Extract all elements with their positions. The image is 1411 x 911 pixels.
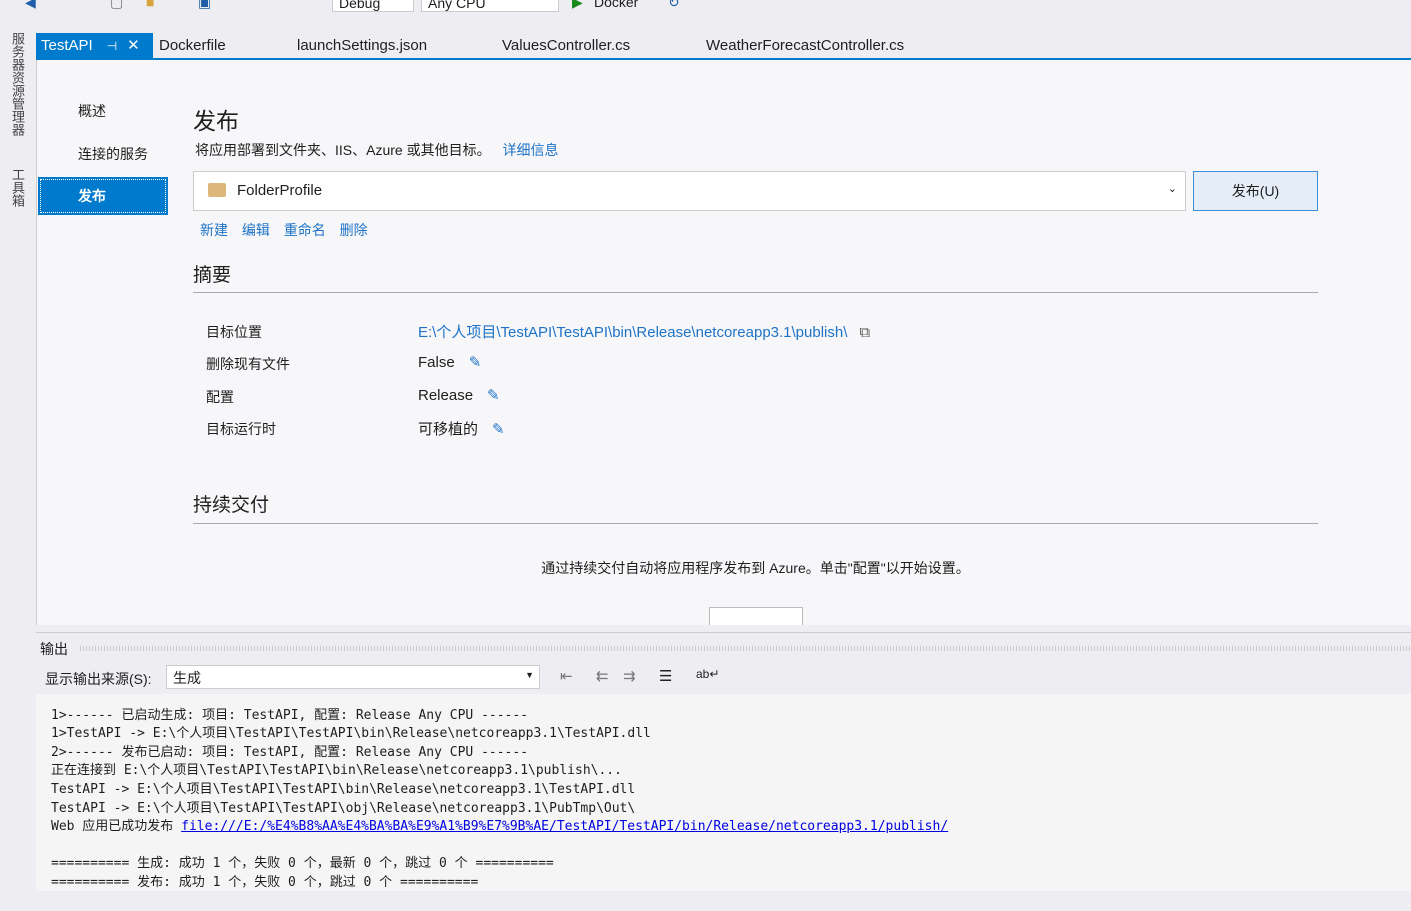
rename-profile-link[interactable]: 重命名 xyxy=(284,222,326,238)
tab-label: TestAPI xyxy=(41,37,93,54)
document-tabs: TestAPI ⊣ ✕ Dockerfile launchSettings.json… xyxy=(36,33,1411,60)
chevron-down-icon: ⌄ xyxy=(1167,183,1177,195)
output-source-label: 显示输出来源(S): xyxy=(45,671,152,687)
edit-pencil-icon[interactable]: ✎ xyxy=(469,354,482,371)
output-line: Web 应用已成功发布 xyxy=(51,819,182,835)
server-explorer-tab[interactable]: 服务器资源管理器 xyxy=(8,32,27,136)
nav-overview[interactable]: 概述 xyxy=(38,92,168,130)
output-line: ========== 生成: 成功 1 个，失败 0 个，最新 0 个，跳过 0… xyxy=(51,856,554,872)
summary-heading: 摘要 xyxy=(193,265,232,286)
tab-launchsettings[interactable]: launchSettings.json xyxy=(292,33,432,58)
tab-valuescontroller[interactable]: ValuesController.cs xyxy=(497,33,635,58)
close-icon[interactable]: ✕ xyxy=(127,37,140,54)
previous-message-icon[interactable]: ⇇ xyxy=(596,667,609,685)
page-title: 发布 xyxy=(193,108,239,134)
configuration-label: 配置 xyxy=(206,389,234,405)
open-folder-icon[interactable]: ■ xyxy=(146,0,154,12)
target-runtime-label: 目标运行时 xyxy=(206,421,276,437)
configure-button[interactable] xyxy=(709,607,803,625)
new-profile-link[interactable]: 新建 xyxy=(200,222,228,238)
left-tool-strip: 服务器资源管理器 工具箱 xyxy=(0,30,30,230)
edit-pencil-icon[interactable]: ✎ xyxy=(487,387,500,404)
back-icon[interactable]: ◀ xyxy=(25,0,36,12)
output-line: 1>TestAPI -> E:\个人项目\TestAPI\TestAPI\bin… xyxy=(51,726,651,742)
toolbox-tab[interactable]: 工具箱 xyxy=(8,168,27,207)
continuous-delivery-heading: 持续交付 xyxy=(193,495,270,516)
more-info-link[interactable]: 详细信息 xyxy=(502,142,558,158)
nav-connected-services[interactable]: 连接的服务 xyxy=(38,135,168,173)
divider xyxy=(193,292,1318,293)
publish-folder-link[interactable]: file:///E:/%E4%B8%AA%E4%BA%BA%E9%A1%B9%E… xyxy=(181,819,948,834)
target-runtime-value: 可移植的 xyxy=(418,421,479,438)
output-line: 1>------ 已启动生成: 项目: TestAPI, 配置: Release… xyxy=(51,707,529,723)
word-wrap-icon[interactable]: ab↵ xyxy=(696,667,719,681)
delete-existing-value: False xyxy=(418,354,455,371)
folder-icon xyxy=(208,183,226,197)
pin-icon[interactable]: ⊣ xyxy=(107,39,117,53)
publish-page: 概述 连接的服务 发布 发布 将应用部署到文件夹、IIS、Azure 或其他目标… xyxy=(36,60,1411,625)
chevron-down-icon: ▼ xyxy=(525,670,534,680)
output-title: 输出 xyxy=(40,641,68,657)
delete-existing-label: 删除现有文件 xyxy=(206,356,290,372)
go-to-line-icon[interactable]: ⇤ xyxy=(560,667,573,685)
configuration-value: Release xyxy=(418,387,474,404)
profile-name: FolderProfile xyxy=(237,182,323,199)
edit-profile-link[interactable]: 编辑 xyxy=(242,222,270,238)
config-select[interactable]: Debug xyxy=(332,0,414,12)
publish-button[interactable]: 发布(U) xyxy=(1193,171,1318,211)
divider xyxy=(193,523,1318,524)
output-line: 2>------ 发布已启动: 项目: TestAPI, 配置: Release… xyxy=(51,744,529,760)
edit-pencil-icon[interactable]: ✎ xyxy=(492,421,505,438)
tab-testapi[interactable]: TestAPI ⊣ ✕ xyxy=(36,33,153,58)
toolbar: ◀ ▢ ■ ▣ Debug Any CPU ▶ Docker ↻ xyxy=(0,0,1411,14)
nav-publish[interactable]: 发布 xyxy=(38,177,168,215)
play-icon[interactable]: ▶ xyxy=(572,0,583,12)
delete-profile-link[interactable]: 删除 xyxy=(340,222,368,238)
output-line: TestAPI -> E:\个人项目\TestAPI\TestAPI\bin\R… xyxy=(51,781,636,797)
new-file-icon[interactable]: ▢ xyxy=(110,0,123,12)
save-icon[interactable]: ▣ xyxy=(198,0,211,12)
target-location-link[interactable]: E:\个人项目\TestAPI\TestAPI\bin\Release\netc… xyxy=(418,324,847,341)
output-line: 正在连接到 E:\个人项目\TestAPI\TestAPI\bin\Releas… xyxy=(51,763,622,779)
output-source-value: 生成 xyxy=(173,670,201,686)
output-panel: 输出 显示输出来源(S): 生成 ▼ ⇤ ⇇ ⇉ ☰ ab↵ 1>------ 已… xyxy=(36,632,1411,911)
output-text[interactable]: 1>------ 已启动生成: 项目: TestAPI, 配置: Release… xyxy=(36,694,1411,891)
platform-select[interactable]: Any CPU xyxy=(421,0,559,12)
target-location-label: 目标位置 xyxy=(206,324,262,340)
profile-select[interactable]: FolderProfile ⌄ xyxy=(193,171,1186,211)
tab-weatherforecastcontroller[interactable]: WeatherForecastController.cs xyxy=(701,33,909,58)
panel-grip[interactable] xyxy=(80,646,1410,651)
tab-dockerfile[interactable]: Dockerfile xyxy=(154,33,231,58)
output-line: TestAPI -> E:\个人项目\TestAPI\TestAPI\obj\R… xyxy=(51,800,636,816)
output-line: ========== 发布: 成功 1 个，失败 0 个，跳过 0 个 ====… xyxy=(51,874,479,890)
clear-all-icon[interactable]: ☰ xyxy=(659,667,672,685)
output-source-select[interactable]: 生成 ▼ xyxy=(166,665,540,689)
run-button[interactable]: Docker xyxy=(594,0,638,12)
publish-description: 将应用部署到文件夹、IIS、Azure 或其他目标。 xyxy=(195,142,491,158)
refresh-icon[interactable]: ↻ xyxy=(668,0,680,12)
copy-icon[interactable]: ⧉ xyxy=(859,324,870,341)
next-message-icon[interactable]: ⇉ xyxy=(623,667,636,685)
continuous-delivery-text: 通过持续交付自动将应用程序发布到 Azure。单击"配置"以开始设置。 xyxy=(541,560,970,576)
